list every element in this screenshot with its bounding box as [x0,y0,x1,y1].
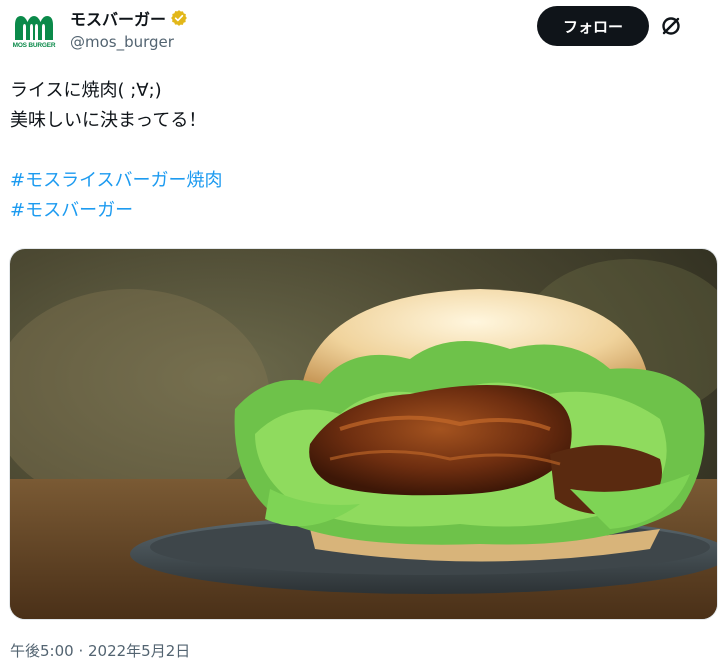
avatar[interactable]: MOS BURGER [10,8,58,56]
tweet-header: MOS BURGER モスバーガー @mos_burger フォロー [0,0,725,60]
name-row: モスバーガー [70,6,188,30]
hashtag-link[interactable]: #モスバーガー [10,196,710,226]
handle[interactable]: @mos_burger [70,33,174,51]
tweet-timestamp[interactable]: 午後5:00 · 2022年5月2日 [10,640,190,661]
display-name[interactable]: モスバーガー [70,6,166,30]
mos-logo-icon [15,16,53,40]
tweet-line: 美味しいに決まってる！ [10,110,207,131]
tweet-photo[interactable] [9,248,718,620]
x-logo-icon[interactable] [659,14,683,38]
rice-burger-photo-icon [10,249,717,619]
logo-text: MOS BURGER [12,42,56,49]
tweet-text: ライスに焼肉( ;∀;) 美味しいに決まってる！ #モスライスバーガー焼肉 #モ… [10,76,710,226]
verified-badge-icon[interactable] [170,9,188,27]
tweet-line: ライスに焼肉( ;∀;) [10,80,162,101]
hashtag-link[interactable]: #モスライスバーガー焼肉 [10,166,710,196]
follow-button[interactable]: フォロー [537,6,649,46]
